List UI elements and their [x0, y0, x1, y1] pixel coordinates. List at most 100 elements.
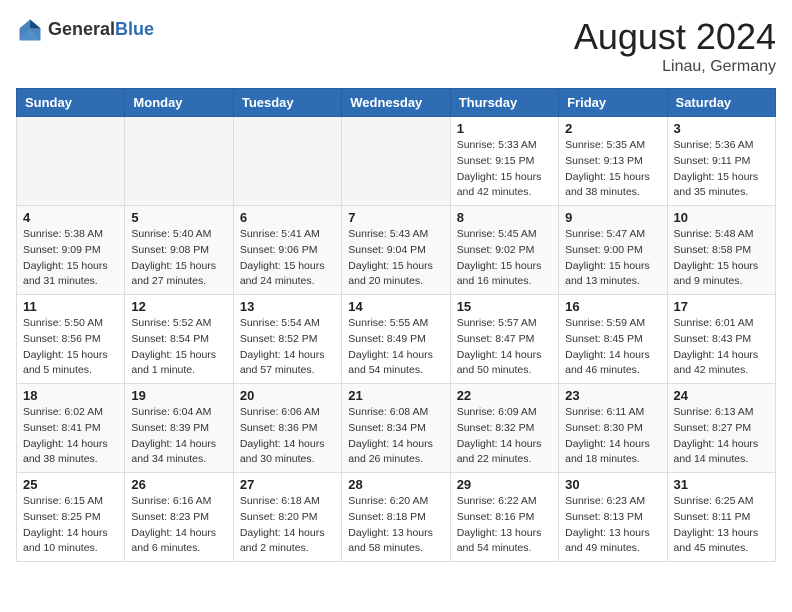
- day-number: 6: [240, 210, 335, 225]
- day-number: 31: [674, 477, 769, 492]
- calendar-cell: 1 Sunrise: 5:33 AM Sunset: 9:15 PM Dayli…: [450, 117, 558, 206]
- calendar-week-2: 4 Sunrise: 5:38 AM Sunset: 9:09 PM Dayli…: [17, 206, 776, 295]
- day-number: 3: [674, 121, 769, 136]
- day-number: 24: [674, 388, 769, 403]
- calendar-cell: 18 Sunrise: 6:02 AM Sunset: 8:41 PM Dayl…: [17, 384, 125, 473]
- day-number: 19: [131, 388, 226, 403]
- day-info: Sunrise: 6:18 AM Sunset: 8:20 PM Dayligh…: [240, 494, 335, 557]
- day-number: 21: [348, 388, 443, 403]
- calendar-cell: 26 Sunrise: 6:16 AM Sunset: 8:23 PM Dayl…: [125, 473, 233, 562]
- day-info: Sunrise: 6:02 AM Sunset: 8:41 PM Dayligh…: [23, 405, 118, 468]
- calendar-cell: 24 Sunrise: 6:13 AM Sunset: 8:27 PM Dayl…: [667, 384, 775, 473]
- calendar-cell: 19 Sunrise: 6:04 AM Sunset: 8:39 PM Dayl…: [125, 384, 233, 473]
- calendar-cell: 29 Sunrise: 6:22 AM Sunset: 8:16 PM Dayl…: [450, 473, 558, 562]
- calendar-cell: [342, 117, 450, 206]
- weekday-header-wednesday: Wednesday: [342, 89, 450, 117]
- day-info: Sunrise: 6:15 AM Sunset: 8:25 PM Dayligh…: [23, 494, 118, 557]
- day-info: Sunrise: 6:06 AM Sunset: 8:36 PM Dayligh…: [240, 405, 335, 468]
- day-number: 8: [457, 210, 552, 225]
- day-info: Sunrise: 5:55 AM Sunset: 8:49 PM Dayligh…: [348, 316, 443, 379]
- day-number: 22: [457, 388, 552, 403]
- day-number: 11: [23, 299, 118, 314]
- day-number: 9: [565, 210, 660, 225]
- calendar-week-3: 11 Sunrise: 5:50 AM Sunset: 8:56 PM Dayl…: [17, 295, 776, 384]
- day-number: 30: [565, 477, 660, 492]
- day-info: Sunrise: 6:11 AM Sunset: 8:30 PM Dayligh…: [565, 405, 660, 468]
- day-info: Sunrise: 6:16 AM Sunset: 8:23 PM Dayligh…: [131, 494, 226, 557]
- calendar-cell: 23 Sunrise: 6:11 AM Sunset: 8:30 PM Dayl…: [559, 384, 667, 473]
- day-number: 17: [674, 299, 769, 314]
- calendar-cell: 17 Sunrise: 6:01 AM Sunset: 8:43 PM Dayl…: [667, 295, 775, 384]
- day-info: Sunrise: 5:36 AM Sunset: 9:11 PM Dayligh…: [674, 138, 769, 201]
- day-number: 13: [240, 299, 335, 314]
- day-info: Sunrise: 5:33 AM Sunset: 9:15 PM Dayligh…: [457, 138, 552, 201]
- calendar-cell: 6 Sunrise: 5:41 AM Sunset: 9:06 PM Dayli…: [233, 206, 341, 295]
- calendar-week-5: 25 Sunrise: 6:15 AM Sunset: 8:25 PM Dayl…: [17, 473, 776, 562]
- day-info: Sunrise: 5:50 AM Sunset: 8:56 PM Dayligh…: [23, 316, 118, 379]
- calendar-cell: 20 Sunrise: 6:06 AM Sunset: 8:36 PM Dayl…: [233, 384, 341, 473]
- calendar-cell: 25 Sunrise: 6:15 AM Sunset: 8:25 PM Dayl…: [17, 473, 125, 562]
- weekday-header-monday: Monday: [125, 89, 233, 117]
- day-number: 7: [348, 210, 443, 225]
- day-number: 29: [457, 477, 552, 492]
- calendar-cell: 31 Sunrise: 6:25 AM Sunset: 8:11 PM Dayl…: [667, 473, 775, 562]
- day-info: Sunrise: 5:59 AM Sunset: 8:45 PM Dayligh…: [565, 316, 660, 379]
- calendar-cell: 27 Sunrise: 6:18 AM Sunset: 8:20 PM Dayl…: [233, 473, 341, 562]
- day-info: Sunrise: 5:43 AM Sunset: 9:04 PM Dayligh…: [348, 227, 443, 290]
- calendar-cell: 5 Sunrise: 5:40 AM Sunset: 9:08 PM Dayli…: [125, 206, 233, 295]
- weekday-header-friday: Friday: [559, 89, 667, 117]
- day-number: 12: [131, 299, 226, 314]
- weekday-header-tuesday: Tuesday: [233, 89, 341, 117]
- calendar-week-4: 18 Sunrise: 6:02 AM Sunset: 8:41 PM Dayl…: [17, 384, 776, 473]
- location: Linau, Germany: [574, 58, 776, 76]
- day-info: Sunrise: 5:52 AM Sunset: 8:54 PM Dayligh…: [131, 316, 226, 379]
- day-number: 23: [565, 388, 660, 403]
- logo-icon: [16, 16, 44, 44]
- day-info: Sunrise: 6:09 AM Sunset: 8:32 PM Dayligh…: [457, 405, 552, 468]
- calendar-cell: 30 Sunrise: 6:23 AM Sunset: 8:13 PM Dayl…: [559, 473, 667, 562]
- calendar-cell: 2 Sunrise: 5:35 AM Sunset: 9:13 PM Dayli…: [559, 117, 667, 206]
- day-info: Sunrise: 5:35 AM Sunset: 9:13 PM Dayligh…: [565, 138, 660, 201]
- day-number: 15: [457, 299, 552, 314]
- day-number: 26: [131, 477, 226, 492]
- calendar-cell: 15 Sunrise: 5:57 AM Sunset: 8:47 PM Dayl…: [450, 295, 558, 384]
- weekday-header-thursday: Thursday: [450, 89, 558, 117]
- logo-blue: Blue: [115, 19, 154, 39]
- calendar-cell: [125, 117, 233, 206]
- calendar-cell: 21 Sunrise: 6:08 AM Sunset: 8:34 PM Dayl…: [342, 384, 450, 473]
- day-number: 10: [674, 210, 769, 225]
- day-number: 1: [457, 121, 552, 136]
- day-info: Sunrise: 5:48 AM Sunset: 8:58 PM Dayligh…: [674, 227, 769, 290]
- calendar-cell: 14 Sunrise: 5:55 AM Sunset: 8:49 PM Dayl…: [342, 295, 450, 384]
- month-title: August 2024: [574, 16, 776, 58]
- calendar-cell: 13 Sunrise: 5:54 AM Sunset: 8:52 PM Dayl…: [233, 295, 341, 384]
- calendar-cell: 4 Sunrise: 5:38 AM Sunset: 9:09 PM Dayli…: [17, 206, 125, 295]
- calendar-cell: 9 Sunrise: 5:47 AM Sunset: 9:00 PM Dayli…: [559, 206, 667, 295]
- calendar-cell: 28 Sunrise: 6:20 AM Sunset: 8:18 PM Dayl…: [342, 473, 450, 562]
- calendar-cell: 8 Sunrise: 5:45 AM Sunset: 9:02 PM Dayli…: [450, 206, 558, 295]
- day-number: 4: [23, 210, 118, 225]
- day-number: 27: [240, 477, 335, 492]
- day-info: Sunrise: 5:47 AM Sunset: 9:00 PM Dayligh…: [565, 227, 660, 290]
- calendar-cell: 12 Sunrise: 5:52 AM Sunset: 8:54 PM Dayl…: [125, 295, 233, 384]
- day-info: Sunrise: 6:01 AM Sunset: 8:43 PM Dayligh…: [674, 316, 769, 379]
- day-info: Sunrise: 5:45 AM Sunset: 9:02 PM Dayligh…: [457, 227, 552, 290]
- calendar-cell: 3 Sunrise: 5:36 AM Sunset: 9:11 PM Dayli…: [667, 117, 775, 206]
- day-number: 2: [565, 121, 660, 136]
- day-number: 28: [348, 477, 443, 492]
- day-number: 25: [23, 477, 118, 492]
- day-info: Sunrise: 6:25 AM Sunset: 8:11 PM Dayligh…: [674, 494, 769, 557]
- day-info: Sunrise: 5:57 AM Sunset: 8:47 PM Dayligh…: [457, 316, 552, 379]
- calendar-cell: 7 Sunrise: 5:43 AM Sunset: 9:04 PM Dayli…: [342, 206, 450, 295]
- weekday-header-row: SundayMondayTuesdayWednesdayThursdayFrid…: [17, 89, 776, 117]
- logo: GeneralBlue: [16, 16, 154, 44]
- calendar-week-1: 1 Sunrise: 5:33 AM Sunset: 9:15 PM Dayli…: [17, 117, 776, 206]
- title-section: August 2024 Linau, Germany: [574, 16, 776, 76]
- calendar-table: SundayMondayTuesdayWednesdayThursdayFrid…: [16, 88, 776, 562]
- day-number: 16: [565, 299, 660, 314]
- day-info: Sunrise: 5:41 AM Sunset: 9:06 PM Dayligh…: [240, 227, 335, 290]
- day-number: 5: [131, 210, 226, 225]
- day-info: Sunrise: 5:40 AM Sunset: 9:08 PM Dayligh…: [131, 227, 226, 290]
- day-info: Sunrise: 6:23 AM Sunset: 8:13 PM Dayligh…: [565, 494, 660, 557]
- day-number: 18: [23, 388, 118, 403]
